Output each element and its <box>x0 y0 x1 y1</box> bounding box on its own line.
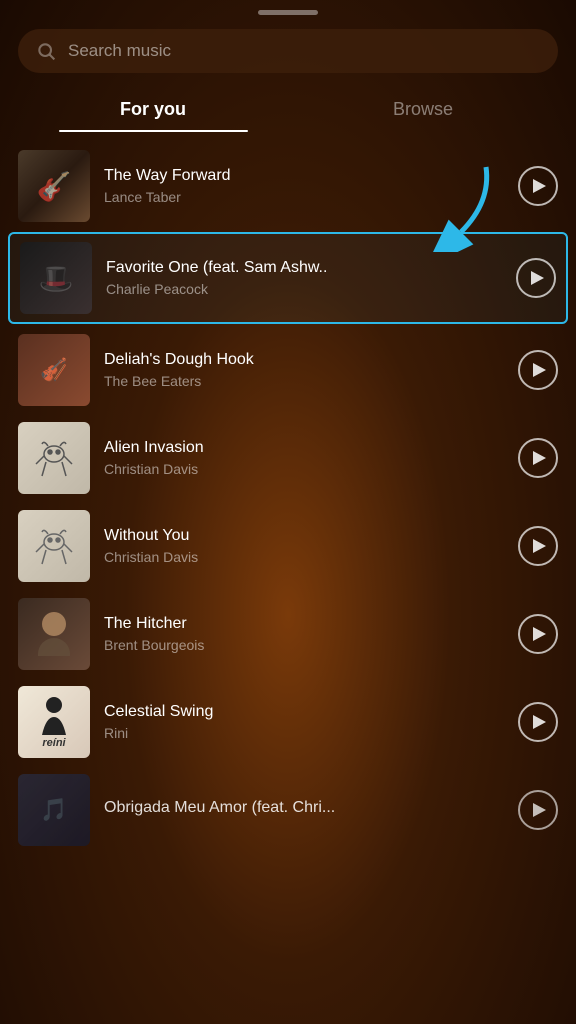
face-art <box>38 612 70 656</box>
play-button[interactable] <box>518 350 558 390</box>
song-title: Favorite One (feat. Sam Ashw.. <box>106 259 502 277</box>
song-info: Obrigada Meu Amor (feat. Chri... <box>104 799 504 821</box>
musicians-icon: 🎻 <box>40 357 67 383</box>
person-icon: 🎩 <box>39 262 74 295</box>
tab-browse[interactable]: Browse <box>288 89 558 132</box>
song-title: Obrigada Meu Amor (feat. Chri... <box>104 799 504 817</box>
album-art: 🎵 <box>18 774 90 846</box>
song-info: Deliah's Dough Hook The Bee Eaters <box>104 351 504 389</box>
search-bar-container: Search music <box>0 21 576 89</box>
song-title: The Way Forward <box>104 167 504 185</box>
song-artist: Brent Bourgeois <box>104 637 504 653</box>
dog-sketch-icon <box>28 432 80 484</box>
list-item[interactable]: Without You Christian Davis <box>0 502 576 590</box>
play-icon <box>533 539 546 553</box>
rini-art: reíni <box>38 695 70 749</box>
play-button[interactable] <box>516 258 556 298</box>
album-art: 🎸 <box>18 150 90 222</box>
tabs-container: For you Browse <box>0 89 576 132</box>
body-shape <box>38 638 70 656</box>
highlighted-song-wrapper: 🎩 Favorite One (feat. Sam Ashw.. Charlie… <box>0 232 576 324</box>
song-info: Celestial Swing Rini <box>104 703 504 741</box>
album-art <box>18 510 90 582</box>
song-title: Deliah's Dough Hook <box>104 351 504 369</box>
search-placeholder: Search music <box>68 41 540 61</box>
play-icon <box>533 803 546 817</box>
list-item[interactable]: 🎻 Deliah's Dough Hook The Bee Eaters <box>0 326 576 414</box>
play-icon <box>531 271 544 285</box>
song-info: Alien Invasion Christian Davis <box>104 439 504 477</box>
play-button[interactable] <box>518 166 558 206</box>
status-bar <box>0 0 576 21</box>
play-icon <box>533 627 546 641</box>
song-info: Without You Christian Davis <box>104 527 504 565</box>
guitar-icon: 🎸 <box>37 170 72 203</box>
song-list: 🎸 The Way Forward Lance Taber 🎩 <box>0 138 576 858</box>
list-item[interactable]: reíni Celestial Swing Rini <box>0 678 576 766</box>
song-artist: The Bee Eaters <box>104 373 504 389</box>
tab-for-you[interactable]: For you <box>18 89 288 132</box>
song-info: The Hitcher Brent Bourgeois <box>104 615 504 653</box>
song-info: The Way Forward Lance Taber <box>104 167 504 205</box>
list-item[interactable]: 🎩 Favorite One (feat. Sam Ashw.. Charlie… <box>8 232 568 324</box>
song-title: Without You <box>104 527 504 545</box>
play-button[interactable] <box>518 702 558 742</box>
list-item[interactable]: Alien Invasion Christian Davis <box>0 414 576 502</box>
song-artist: Lance Taber <box>104 189 504 205</box>
search-bar[interactable]: Search music <box>18 29 558 73</box>
album-art <box>18 422 90 494</box>
music-icon: 🎵 <box>40 797 67 823</box>
song-title: Alien Invasion <box>104 439 504 457</box>
list-item[interactable]: 🎵 Obrigada Meu Amor (feat. Chri... <box>0 766 576 854</box>
play-button[interactable] <box>518 438 558 478</box>
play-icon <box>533 363 546 377</box>
silhouette-icon <box>38 695 70 735</box>
song-title: Celestial Swing <box>104 703 504 721</box>
play-icon <box>533 715 546 729</box>
dog-sketch2-icon <box>28 520 80 572</box>
song-info: Favorite One (feat. Sam Ashw.. Charlie P… <box>106 259 502 297</box>
album-art: 🎩 <box>20 242 92 314</box>
search-icon <box>36 41 56 61</box>
play-button[interactable] <box>518 790 558 830</box>
play-icon <box>533 451 546 465</box>
album-art: reíni <box>18 686 90 758</box>
song-artist: Charlie Peacock <box>106 281 502 297</box>
list-item[interactable]: 🎸 The Way Forward Lance Taber <box>0 142 576 230</box>
song-artist: Christian Davis <box>104 461 504 477</box>
rini-label: reíni <box>42 737 65 749</box>
song-artist: Christian Davis <box>104 549 504 565</box>
album-art <box>18 598 90 670</box>
song-artist: Rini <box>104 725 504 741</box>
status-pill <box>258 10 318 15</box>
album-art: 🎻 <box>18 334 90 406</box>
song-title: The Hitcher <box>104 615 504 633</box>
list-item[interactable]: The Hitcher Brent Bourgeois <box>0 590 576 678</box>
play-button[interactable] <box>518 614 558 654</box>
play-icon <box>533 179 546 193</box>
play-button[interactable] <box>518 526 558 566</box>
head-shape <box>42 612 66 636</box>
